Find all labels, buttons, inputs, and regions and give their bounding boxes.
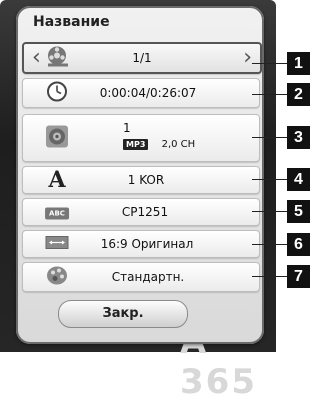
callout-line-6: [252, 244, 288, 245]
callout-line-3: [252, 137, 288, 138]
callout-2: 2: [287, 83, 310, 106]
callout-line-1: [252, 63, 288, 64]
aspect-ratio-value: 16:9 Оригинал: [100, 237, 194, 251]
code-page-value: CP1251: [121, 205, 169, 219]
title-counter: 1/1: [132, 51, 152, 65]
playback-time: 0:00:04/0:26:07: [99, 86, 197, 100]
audio-channels: 2,0 CH: [161, 139, 196, 150]
mp3-badge: MP3: [123, 139, 149, 150]
callout-line-5: [252, 211, 288, 212]
audio-row[interactable]: 1 MP3 2,0 CH: [22, 114, 260, 162]
picture-mode-value: Стандартн.: [111, 270, 185, 284]
subtitle-language: 1 KOR: [127, 173, 165, 187]
info-panel: Название ‹ 1/1 › 0:00:04/0:26:07 1 MP3 2…: [16, 6, 264, 344]
title-nav-row[interactable]: ‹ 1/1 ›: [22, 42, 262, 74]
code-page-row[interactable]: ABC CP1251: [22, 198, 260, 226]
panel-title: Название: [33, 14, 110, 30]
picture-mode-row[interactable]: Стандартн.: [22, 262, 260, 292]
callout-1: 1: [287, 52, 310, 75]
aspect-ratio-row[interactable]: 16:9 Оригинал: [22, 230, 260, 258]
callout-3: 3: [287, 126, 310, 149]
callout-5: 5: [287, 200, 310, 223]
subtitle-language-row[interactable]: A 1 KOR: [22, 166, 260, 194]
speaker-icon: [44, 124, 70, 153]
callout-7: 7: [287, 265, 310, 288]
close-button[interactable]: Закр.: [58, 300, 188, 328]
callout-line-2: [252, 94, 288, 95]
time-row[interactable]: 0:00:04/0:26:07: [22, 78, 260, 108]
chevron-right-icon[interactable]: ›: [243, 47, 252, 69]
audio-track-number: 1: [123, 121, 131, 135]
callout-line-7: [252, 276, 288, 277]
callout-line-4: [252, 179, 288, 180]
callout-4: 4: [287, 168, 310, 191]
callout-6: 6: [287, 233, 310, 256]
